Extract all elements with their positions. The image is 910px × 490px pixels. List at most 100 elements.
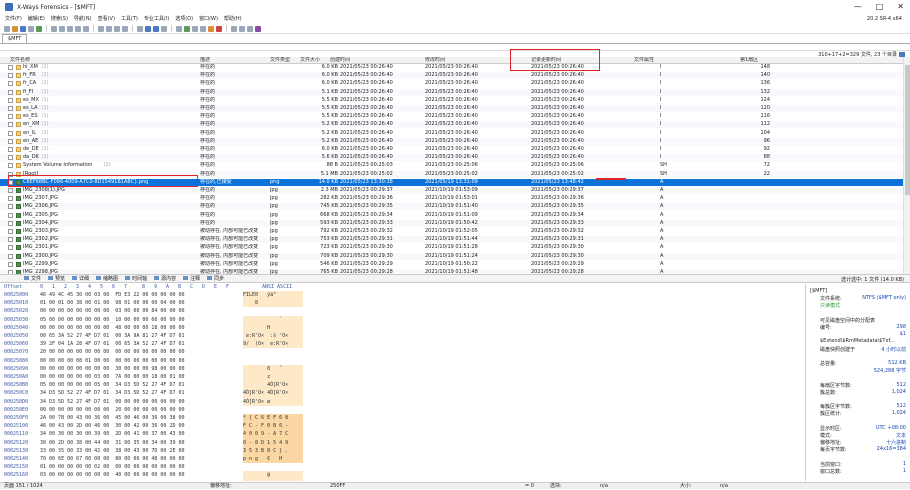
table-row[interactable]: fi_FI (1) 存在的 5.1 KB 2021/05/23 00:26:40 2021… (0, 88, 903, 96)
find-next-icon[interactable] (122, 25, 128, 32)
row-checkbox[interactable] (8, 97, 13, 103)
hex-bytes[interactable]: 00 00 00 00 08 01 00 00 00 00 00 00 00 0… (40, 357, 185, 365)
table-row[interactable]: en_IL (1) 存在的 5.2 KB 2021/05/23 00:26:40 2021… (0, 130, 903, 137)
table-row[interactable]: IMG_2304.JPG 存在的 jpg 593 KB 2021/05/23 00:29… (0, 219, 903, 227)
hex-bytes[interactable]: 01 00 00 00 00 00 02 00 00 00 00 00 00 0… (40, 463, 185, 471)
menu-edit[interactable]: 编辑(E) (28, 15, 45, 22)
hex-bytes[interactable]: 46 49 4C 45 30 00 03 00 FD E3 22 00 00 0… (40, 291, 185, 299)
hex-bytes[interactable]: 2A 00 7B 00 43 00 36 00 45 00 46 00 36 0… (40, 414, 185, 422)
hex-row[interactable]: 00025170 00 40 00 00 00 00 00 00 1E 38 00… (0, 479, 805, 481)
hex-bytes[interactable]: 05 00 00 00 00 00 00 00 10 00 00 00 60 0… (40, 316, 185, 324)
column-header-first-sector[interactable]: 第1扇区 (740, 57, 800, 64)
hex-bytes[interactable]: 33 00 35 00 33 00 42 00 38 00 43 00 7D 0… (40, 447, 185, 455)
table-row[interactable]: es_ES (1) 存在的 5.5 KB 2021/05/23 00:26:40 2021… (0, 113, 903, 120)
row-checkbox[interactable] (8, 212, 13, 218)
row-checkbox[interactable] (8, 89, 13, 95)
hex-row[interactable]: 00025080 00 00 00 00 08 01 00 00 00 00 00… (0, 357, 805, 365)
hex-row[interactable]: 00025050 00 65 3A 52 27 4F D7 01 00 3A 9A… (0, 332, 805, 341)
hex-bytes[interactable]: 46 00 43 00 2D 00 46 00 30 00 42 00 36 0… (40, 422, 185, 430)
hex-bytes[interactable]: 00 65 3A 52 27 4F D7 01 00 3A 9A 81 27 4… (40, 332, 185, 340)
goto-icon[interactable] (137, 25, 143, 32)
filter-icon[interactable] (247, 25, 253, 32)
hex-row[interactable]: 00025100 46 00 43 00 2D 00 46 00 30 00 42… (0, 422, 805, 431)
calculator-icon[interactable] (200, 25, 206, 32)
replace-icon[interactable] (114, 25, 120, 32)
table-row[interactable]: en_XM (1) 存在的 5.2 KB 2021/05/23 00:26:40 2021… (0, 121, 903, 129)
close-button[interactable]: ✕ (897, 2, 904, 11)
hex-ascii[interactable]: 8 (243, 299, 303, 308)
row-checkbox[interactable] (8, 73, 13, 79)
hex-row[interactable]: 000250D0 34 D3 5D 52 27 4F D7 01 00 00 00… (0, 397, 805, 406)
row-checkbox[interactable] (8, 163, 13, 169)
hex-row[interactable]: 000250C0 34 D3 5D 52 27 4F D7 01 34 D3 5D… (0, 389, 805, 398)
table-row[interactable]: es_LA (1) 存在的 5.5 KB 2021/05/23 00:26:40 2021… (0, 105, 903, 112)
hex-ascii[interactable]: 0 ˜ (243, 364, 303, 373)
hex-bytes[interactable]: 00 00 00 00 00 00 00 00 03 00 00 00 84 0… (40, 307, 185, 315)
table-row[interactable]: es_MX (1) 存在的 5.5 KB 2021/05/23 00:26:40 2021… (0, 97, 903, 104)
hex-bytes[interactable]: 05 00 00 00 00 00 05 00 34 D3 5D 52 27 4… (40, 381, 185, 389)
row-checkbox[interactable] (8, 122, 13, 128)
hex-row[interactable]: 00025010 01 00 01 00 38 00 01 00 98 01 00… (0, 299, 805, 308)
hex-ascii[interactable]: p n g € H (243, 455, 303, 464)
menu-navigate[interactable]: 导航(N) (74, 15, 92, 22)
new-icon[interactable] (4, 25, 10, 32)
hex-ascii[interactable]: ` (243, 315, 303, 324)
tab-mft[interactable]: $MFT (2, 34, 28, 43)
column-header-modified[interactable]: 修改时间 (425, 57, 505, 64)
hex-ascii[interactable]: 9/ (O× e:R'O× (243, 340, 303, 349)
hex-bytes[interactable]: 70 00 6E 00 67 00 00 00 80 00 00 00 48 0… (40, 455, 185, 463)
table-row[interactable]: de_DE (1) 存在的 6.0 KB 2021/05/23 00:26:40 2021… (0, 146, 903, 153)
hex-editor[interactable]: 00025000 46 49 4C 45 30 00 03 00 FD E3 22… (0, 291, 805, 481)
row-checkbox[interactable] (8, 188, 13, 193)
hex-bytes[interactable]: 00 00 00 00 00 00 00 00 20 00 00 00 00 0… (40, 406, 185, 414)
hex-ascii[interactable]: F C - F 0 B 6 - (243, 422, 303, 431)
tab-file[interactable]: 文件 (24, 275, 41, 282)
tab-sync[interactable]: 同步 (207, 275, 224, 282)
hex-row[interactable]: 00025150 01 00 00 00 00 00 02 00 00 00 00… (0, 463, 805, 471)
menu-file[interactable]: 文件(F) (5, 15, 22, 22)
hex-bytes[interactable]: 39 2F 04 1A 28 4F D7 01 00 65 3A 52 27 4… (40, 340, 185, 348)
hex-ascii[interactable]: H (243, 323, 303, 332)
tab-gallery[interactable]: 缩略图 (96, 275, 118, 282)
hex-row[interactable]: 00025040 00 00 00 00 00 00 00 00 48 00 00… (0, 323, 805, 332)
hex-row[interactable]: 000250F0 2A 00 7B 00 43 00 36 00 45 00 46… (0, 414, 805, 423)
hash-icon[interactable] (208, 25, 214, 32)
table-row[interactable]: IMG_2306.JPG 存在的 jpg 745 KB 2021/05/23 00:29… (0, 203, 903, 211)
column-header-attributes[interactable]: 文件属性 (634, 57, 694, 64)
row-checkbox[interactable] (8, 114, 13, 120)
save-icon[interactable] (20, 25, 26, 32)
column-header-type[interactable]: 文件类型 (270, 57, 300, 64)
back-icon[interactable] (145, 25, 151, 32)
menu-window[interactable]: 窗口(W) (199, 15, 218, 22)
hex-ascii[interactable]: e:R'O× :š 'O× (243, 332, 303, 341)
hex-ascii[interactable]: @ (243, 471, 303, 480)
hex-bytes[interactable]: 01 00 01 00 38 00 01 00 98 01 00 00 00 0… (40, 299, 185, 307)
hex-ascii[interactable]: 0 - 8 D 1 5 4 9 (243, 438, 303, 447)
hex-row[interactable]: 00025020 00 00 00 00 00 00 00 00 03 00 00… (0, 307, 805, 315)
table-row[interactable]: IMG_2308(1).JPG 存在的 jpg 2.3 MB 2021/05/23 00… (0, 187, 903, 194)
open-icon[interactable] (12, 25, 18, 32)
tab-details[interactable]: 详细 (72, 275, 89, 282)
ram-icon[interactable] (192, 25, 198, 32)
hex-bytes[interactable]: 20 00 00 00 00 00 00 00 00 00 00 00 00 0… (40, 348, 185, 356)
minimize-button[interactable]: — (854, 2, 862, 11)
hex-bytes[interactable]: 00 00 00 00 00 00 03 00 7A 00 00 00 18 0… (40, 373, 185, 381)
hex-ascii[interactable]: 3 5 3 B 8 C } . (243, 446, 303, 455)
hex-row[interactable]: 00025000 46 49 4C 45 30 00 03 00 FD E3 22… (0, 291, 805, 300)
hex-row[interactable]: 00025120 30 00 2D 00 38 00 44 00 31 00 35… (0, 438, 805, 447)
table-row[interactable]: IMG_2305.JPG 存在的 jpg 668 KB 2021/05/23 00:29… (0, 212, 903, 219)
maximize-button[interactable]: □ (876, 2, 884, 11)
row-checkbox[interactable] (8, 229, 13, 234)
find-hex-icon[interactable] (106, 25, 112, 32)
row-checkbox[interactable] (8, 237, 13, 243)
hex-row[interactable]: 000250E0 00 00 00 00 00 00 00 00 20 00 00… (0, 406, 805, 414)
column-header-created[interactable]: 创建时间 (330, 57, 410, 64)
copy-icon[interactable] (67, 25, 73, 32)
table-row[interactable]: fr_CA (1) 存在的 6.0 KB 2021/05/23 00:26:40 2021… (0, 80, 903, 87)
undo-icon[interactable] (51, 25, 57, 32)
paste-special-icon[interactable] (83, 25, 89, 32)
hex-row[interactable]: 00025070 20 00 00 00 00 00 00 00 00 00 00… (0, 348, 805, 356)
table-row[interactable]: da_DK (1) 存在的 5.6 KB 2021/05/23 00:26:40 2021… (0, 154, 903, 162)
menu-search[interactable]: 搜索(S) (51, 15, 68, 22)
row-checkbox[interactable] (8, 196, 13, 202)
